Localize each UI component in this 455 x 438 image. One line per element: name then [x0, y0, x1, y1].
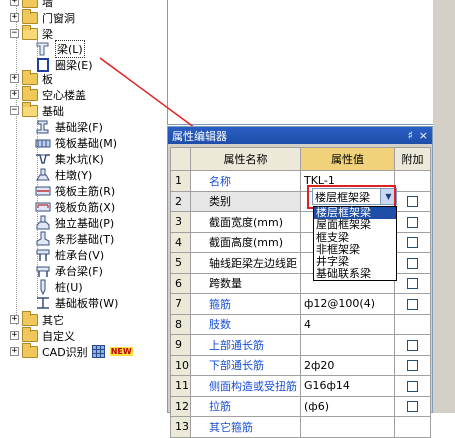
row-index: 5 [170, 252, 191, 274]
attach-cell [394, 272, 431, 294]
property-row[interactable]: 13 其它箍筋 [170, 416, 431, 438]
row-index: 4 [170, 231, 191, 253]
row-index: 11 [170, 375, 191, 397]
dropdown-option[interactable]: 基础联系梁 [314, 268, 396, 280]
property-row[interactable]: 7 箍筋 ф12@100(4) [170, 293, 431, 315]
row-index: 12 [170, 395, 191, 417]
header-property-value: 属性值 [300, 147, 395, 171]
row-index: 8 [170, 313, 191, 335]
row-index: 1 [170, 170, 191, 192]
property-name: 拉筋 [190, 395, 301, 417]
header-index [170, 147, 191, 171]
category-dropdown-list: 楼层框架梁 屋面框架梁 框支梁 非框架梁 井字梁 基础联系梁 [313, 206, 397, 281]
property-value[interactable] [300, 334, 395, 356]
property-name: 截面高度(mm) [190, 231, 301, 253]
attach-checkbox[interactable] [407, 380, 418, 392]
property-value[interactable]: 4 [300, 313, 395, 335]
attach-cell [394, 190, 431, 212]
attach-cell [394, 170, 431, 192]
attach-cell [394, 211, 431, 233]
attach-cell [394, 313, 431, 335]
row-index: 7 [170, 293, 191, 315]
attach-cell [394, 395, 431, 417]
attach-checkbox[interactable] [407, 216, 418, 228]
attach-checkbox[interactable] [407, 339, 418, 351]
property-name: 名称 [190, 170, 301, 192]
property-value[interactable]: (ф6) [300, 395, 395, 417]
attach-cell [394, 375, 431, 397]
close-icon[interactable]: × [419, 129, 428, 142]
property-name: 侧面构造或受扭筋 [190, 375, 301, 397]
property-value[interactable]: 2ф20 [300, 354, 395, 376]
property-name: 下部通长筋 [190, 354, 301, 376]
panel-title: 属性编辑器 [172, 129, 227, 143]
property-name: 类别 [190, 190, 301, 212]
property-row[interactable]: 12 拉筋 (ф6) [170, 395, 431, 417]
table-header-row: 属性名称 属性值 附加 [170, 147, 431, 171]
property-row[interactable]: 9 上部通长筋 [170, 334, 431, 356]
attach-checkbox[interactable] [407, 196, 418, 208]
property-name: 截面宽度(mm) [190, 211, 301, 233]
attach-cell [394, 334, 431, 356]
property-value[interactable] [300, 416, 395, 438]
property-value[interactable]: G16ф14 [300, 375, 395, 397]
dropdown-option[interactable]: 屋面框架梁 [314, 219, 396, 231]
property-name: 轴线距梁左边线距 [190, 252, 301, 274]
attach-checkbox[interactable] [407, 237, 418, 249]
row-index: 10 [170, 354, 191, 376]
property-name: 其它箍筋 [190, 416, 301, 438]
attach-cell [394, 354, 431, 376]
row-index: 3 [170, 211, 191, 233]
property-value[interactable]: ф12@100(4) [300, 293, 395, 315]
attach-cell [394, 416, 431, 438]
row-index: 6 [170, 272, 191, 294]
property-name: 肢数 [190, 313, 301, 335]
property-row[interactable]: 8 肢数 4 [170, 313, 431, 335]
attach-checkbox[interactable] [407, 401, 418, 413]
property-row[interactable]: 10 下部通长筋 2ф20 [170, 354, 431, 376]
attach-checkbox[interactable] [407, 298, 418, 310]
header-property-name: 属性名称 [190, 147, 301, 171]
row-index: 9 [170, 334, 191, 356]
attach-checkbox[interactable] [407, 278, 418, 290]
property-row[interactable]: 11 侧面构造或受扭筋 G16ф14 [170, 375, 431, 397]
attach-cell [394, 252, 431, 274]
attach-cell [394, 231, 431, 253]
header-attach: 附加 [394, 147, 431, 171]
attach-checkbox[interactable] [407, 360, 418, 372]
attach-cell [394, 293, 431, 315]
property-editor-titlebar[interactable]: 属性编辑器 ♯ × [168, 127, 432, 144]
property-name: 上部通长筋 [190, 334, 301, 356]
row-index: 13 [170, 416, 191, 438]
property-name: 箍筋 [190, 293, 301, 315]
attach-checkbox[interactable] [407, 257, 418, 269]
row-index: 2 [170, 190, 191, 212]
pin-icon[interactable]: ♯ [407, 129, 412, 142]
property-name: 跨数量 [190, 272, 301, 294]
